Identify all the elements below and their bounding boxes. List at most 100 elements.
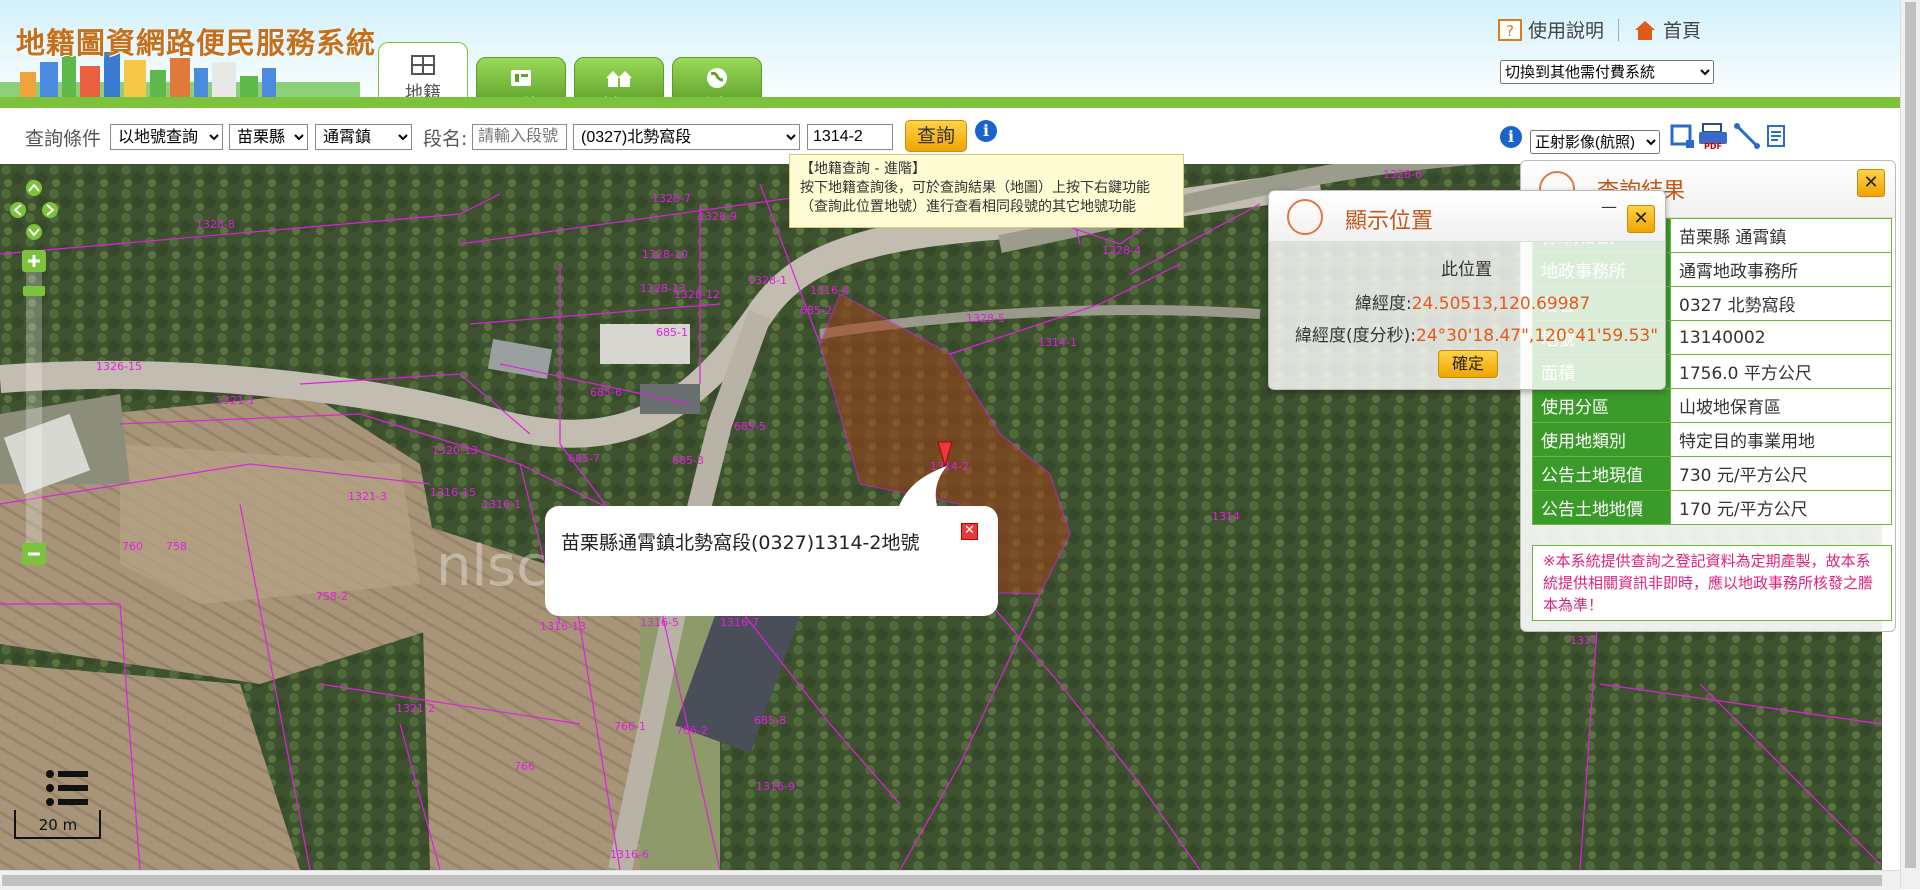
help-link[interactable]: 使用說明 (1528, 16, 1604, 43)
popup-close-icon[interactable]: ✕ (961, 523, 978, 540)
parcel-label: 1314 (1212, 510, 1240, 523)
app-title: 地籍圖資網路便民服務系統 (16, 26, 377, 60)
doorplate-icon (511, 70, 531, 86)
ok-button[interactable]: 確定 (1438, 350, 1498, 378)
svg-text:?: ? (1506, 22, 1514, 40)
parcel-label: 766-2 (676, 724, 708, 737)
vertical-scrollbar[interactable] (1900, 0, 1920, 889)
parcel-label: 760 (122, 540, 143, 553)
row-value: 通霄地政事務所 (1670, 252, 1892, 287)
row-key: 使用分區 (1532, 388, 1671, 423)
parcel-label: 1313 (1570, 634, 1598, 647)
parcel-label: 1316-5 (640, 616, 679, 629)
row-key: 公告土地地價 (1532, 490, 1671, 525)
position-icon (1287, 199, 1323, 235)
section-number-input[interactable] (472, 124, 567, 150)
row-value: 山坡地保育區 (1670, 388, 1892, 423)
print-pdf-icon[interactable]: PDF (1697, 122, 1731, 150)
county-select[interactable]: 苗栗縣 (229, 124, 308, 150)
parcel-label: 1316-15 (430, 486, 476, 499)
row-key: 使用地類別 (1532, 422, 1671, 457)
location-pin-icon[interactable] (934, 440, 956, 468)
parcel-label: 685-5 (734, 420, 766, 433)
parcel-label: 1321-1 (216, 394, 255, 407)
latlon-row: 緯經度:24.50513,120.69987 (1355, 289, 1590, 314)
dialog-close-button[interactable]: ✕ (1627, 205, 1655, 233)
app-header: 地籍圖資網路便民服務系統 地籍 門牌 村里 坐標 ? 使用說明 首頁 切換到其他… (0, 0, 1900, 117)
table-row: 公告土地現值 730 元/平方公尺 (1532, 456, 1892, 491)
imagery-select[interactable]: 正射影像(航照) (1530, 130, 1660, 154)
globe-icon (707, 68, 727, 88)
row-value: 730 元/平方公尺 (1670, 456, 1892, 491)
scroll-thumb[interactable] (2, 875, 1882, 886)
parcel-label: 685-3 (672, 454, 704, 467)
info-icon[interactable]: i (975, 120, 997, 142)
parcel-label: 1328-4 (1102, 244, 1141, 257)
parcel-label: 1321-2 (396, 702, 435, 715)
tooltip-title: 【地籍查詢 - 進階】 (800, 161, 926, 177)
horizontal-scrollbar[interactable] (0, 870, 1900, 890)
parcel-label: 1328-9 (698, 210, 737, 223)
row-value: 苗栗縣 通霄鎮 (1670, 218, 1892, 253)
parcel-label: 1328-8 (196, 218, 235, 231)
top-links: ? 使用說明 首頁 (1498, 16, 1701, 43)
parcel-label: 1316-4 (810, 284, 849, 297)
parcel-number-input[interactable] (807, 124, 893, 150)
header-green-bar (0, 97, 1900, 108)
minimize-button[interactable]: — (1601, 197, 1617, 216)
info-icon[interactable]: i (1500, 126, 1522, 148)
row-value: 170 元/平方公尺 (1670, 490, 1892, 525)
parcel-label: 1314-1 (1038, 336, 1077, 349)
parcel-label: 685-8 (754, 714, 786, 727)
latlon-value: 24.50513,120.69987 (1411, 294, 1591, 314)
query-tooltip: 【地籍查詢 - 進階】 按下地籍查詢後，可於查詢結果（地圖）上按下右鍵功能（查詢… (789, 154, 1184, 228)
result-close-button[interactable]: ✕ (1857, 169, 1885, 197)
home-icon (1635, 20, 1656, 40)
home-link[interactable]: 首頁 (1663, 16, 1701, 43)
parcel-label: 1326-15 (96, 360, 142, 373)
dms-row: 緯經度(度分秒):24°30'18.47",120°41'59.53" (1295, 321, 1658, 346)
parcel-label: 1320-13 (432, 444, 478, 457)
row-value: 0327 北勢窩段 (1670, 286, 1892, 321)
disclaimer-notice: ※本系統提供查詢之登記資料為定期產製，故本系統提供相關資訊非即時，應以地政事務所… (1532, 545, 1892, 621)
document-icon[interactable] (1763, 122, 1791, 150)
popup-parcel-text: 苗栗縣通霄鎮北勢窩段(0327)1314-2地號 (561, 532, 920, 554)
parcel-label: 1328-6 (1383, 168, 1422, 181)
dms-label: 緯經度(度分秒): (1295, 326, 1416, 346)
switch-system-select[interactable]: 切換到其他需付費系統 (1500, 60, 1714, 84)
query-condition-label: 查詢條件 (25, 128, 102, 150)
parcel-label: 685-7 (568, 452, 600, 465)
scale-label: 20 m (38, 816, 78, 834)
row-value: 特定目的事業用地 (1670, 422, 1892, 457)
dms-value: 24°30'18.47",120°41'59.53" (1416, 326, 1659, 346)
zoom-slider[interactable] (22, 250, 46, 565)
map-icon (411, 55, 435, 75)
row-key: 公告土地現值 (1532, 456, 1671, 491)
query-type-select[interactable]: 以地號查詢 (110, 124, 223, 150)
row-value: 1756.0 平方公尺 (1670, 354, 1892, 389)
parcel-label: 1316-6 (610, 848, 649, 861)
parcel-label: 1328-7 (652, 192, 691, 205)
table-row: 公告土地地價 170 元/平方公尺 (1532, 490, 1892, 525)
parcel-label: 1316-1 (482, 498, 521, 511)
scroll-thumb[interactable] (1905, 2, 1916, 868)
measure-distance-icon[interactable] (1733, 122, 1761, 150)
parcel-label: 766-1 (614, 720, 646, 733)
pan-control[interactable] (10, 180, 58, 240)
measure-area-icon[interactable] (1668, 122, 1696, 150)
latlon-label: 緯經度: (1355, 294, 1412, 314)
help-icon: ? (1498, 18, 1522, 41)
parcel-label: 1316-13 (540, 620, 586, 633)
parcel-label: 1328-5 (966, 312, 1005, 325)
dialog-title: 顯示位置 (1345, 209, 1434, 234)
parcel-label: 758 (166, 540, 187, 553)
search-button[interactable]: 查詢 (905, 120, 967, 152)
legend-list-icon[interactable] (44, 768, 90, 812)
parcel-label: 766 (514, 760, 535, 773)
town-select[interactable]: 通霄鎮 (315, 124, 412, 150)
section-select[interactable]: (0327)北勢窩段 (573, 124, 800, 150)
section-label: 段名: (423, 128, 468, 150)
dialog-header: 顯示位置 — ✕ (1269, 191, 1665, 242)
parcel-label: 685-2 (800, 304, 832, 317)
divider (1618, 18, 1620, 41)
